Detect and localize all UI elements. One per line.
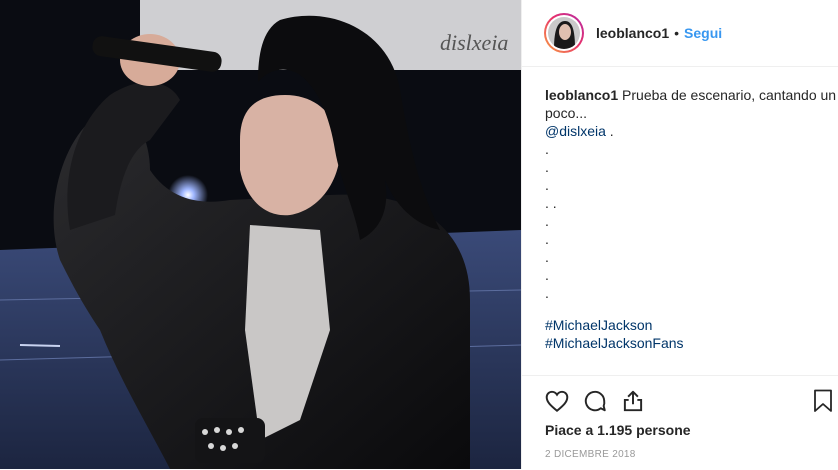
post-header: leoblanco1 • Segui [522,0,838,67]
banner-text: dislxeia [440,30,508,55]
separator-dot: • [674,25,680,41]
caption-dot-line: . [545,177,549,193]
heart-icon[interactable] [544,388,570,414]
caption-dot-line: . . [545,195,557,211]
caption-dot-line: . [545,231,549,247]
caption-dots: . . . . . . . . . . [545,140,838,302]
post-photo[interactable]: dislxeia [0,0,521,469]
performer-photo: dislxeia [0,0,521,469]
avatar-image [548,17,580,49]
caption-dot-line: . [545,285,549,301]
share-icon[interactable] [620,388,646,414]
action-bar: Piace a 1.195 persone 2 DICEMBRE 2018 [522,375,838,470]
caption: leoblanco1 Prueba de escenario, cantando… [522,67,838,352]
post-sidebar: leoblanco1 • Segui leoblanco1 Prueba de … [521,0,838,469]
mention-link[interactable]: @dislxeia [545,123,606,139]
caption-dot-line: . [545,267,549,283]
caption-username[interactable]: leoblanco1 [545,87,618,103]
caption-dot-line: . [545,213,549,229]
avatar[interactable] [544,13,584,53]
hashtags: #MichaelJackson #MichaelJacksonFans [545,316,838,352]
caption-dot-line: . [545,249,549,265]
post-date: 2 DICEMBRE 2018 [545,449,636,460]
follow-button[interactable]: Segui [684,25,722,41]
mention-line: @dislxeia . [545,122,838,140]
username-link[interactable]: leoblanco1 [596,25,669,41]
comment-icon[interactable] [582,388,608,414]
hashtag-link[interactable]: #MichaelJackson [545,316,838,334]
action-icons [544,388,646,414]
bookmark-icon[interactable] [811,388,835,419]
caption-dot-line: . [545,141,549,157]
post-container: dislxeia leoblanco1 • Segui leoblanco1 P… [0,0,838,469]
caption-dot-line: . [545,159,549,175]
hashtag-link[interactable]: #MichaelJacksonFans [545,334,838,352]
likes-count[interactable]: Piace a 1.195 persone [545,422,691,438]
mention-suffix: . [605,123,614,139]
caption-body: leoblanco1 Prueba de escenario, cantando… [545,86,838,122]
